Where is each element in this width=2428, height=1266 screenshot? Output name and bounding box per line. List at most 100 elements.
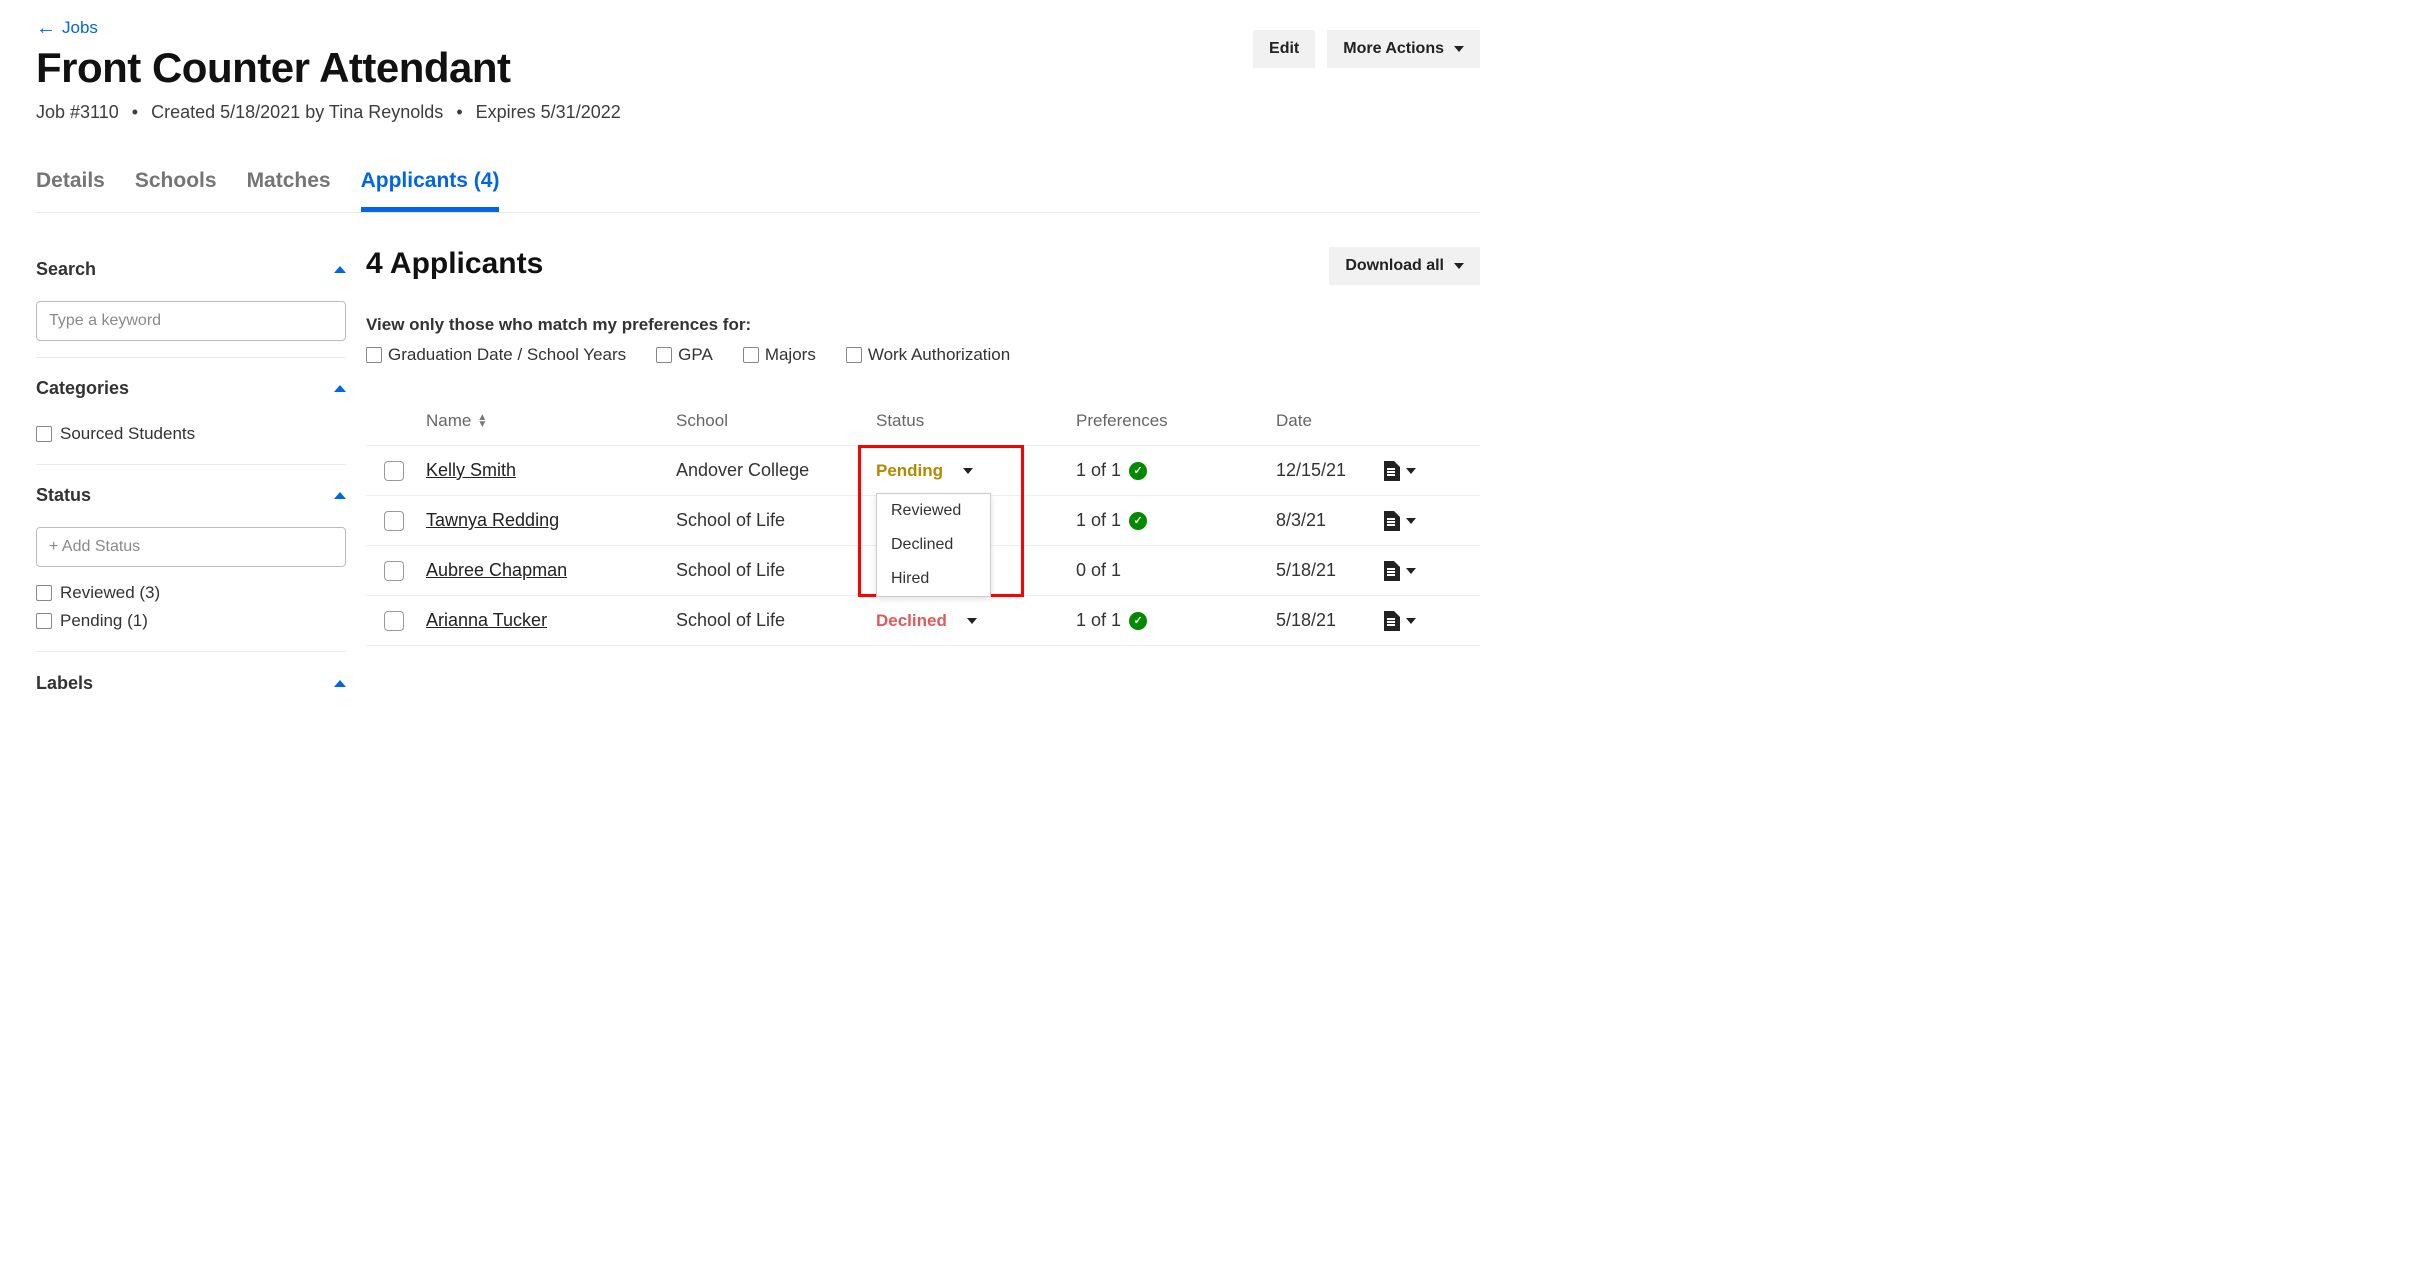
caret-down-icon [1454, 46, 1464, 52]
pref-filter-label: Work Authorization [868, 345, 1010, 365]
date-cell: 8/3/21 [1276, 510, 1376, 531]
checkbox-icon [36, 426, 52, 442]
column-school: School [676, 411, 876, 431]
row-checkbox[interactable] [384, 561, 404, 581]
document-icon [1384, 611, 1400, 631]
preferences-cell: 0 of 1 [1076, 560, 1276, 581]
checkbox-icon [366, 347, 382, 363]
column-name-label: Name [426, 411, 471, 431]
applicant-name-link[interactable]: Kelly Smith [426, 460, 516, 480]
pref-filter-label: GPA [678, 345, 713, 365]
sort-icon: ▲▼ [477, 414, 487, 428]
tab-schools[interactable]: Schools [135, 169, 217, 212]
documents-menu-button[interactable] [1376, 561, 1426, 581]
school-cell: Andover College [676, 460, 876, 481]
school-cell: School of Life [676, 510, 876, 531]
tab-details[interactable]: Details [36, 169, 105, 212]
preferences-cell: 1 of 1✓ [1076, 510, 1276, 531]
back-to-jobs-link[interactable]: ← Jobs [36, 18, 98, 38]
expires: Expires 5/31/2022 [476, 102, 621, 122]
status-filter-label: Reviewed (3) [60, 583, 160, 603]
pref-filter-label: Graduation Date / School Years [388, 345, 626, 365]
sidebar-labels-title: Labels [36, 673, 93, 694]
pref-filter-grad-date[interactable]: Graduation Date / School Years [366, 345, 626, 365]
check-circle-icon: ✓ [1129, 612, 1147, 630]
caret-down-icon [1406, 468, 1416, 474]
status-filter-pending[interactable]: Pending (1) [36, 607, 346, 635]
created-by: Created 5/18/2021 by Tina Reynolds [151, 102, 443, 122]
pref-filter-gpa[interactable]: GPA [656, 345, 713, 365]
caret-down-icon [967, 618, 977, 624]
status-text: Declined [876, 611, 947, 631]
table-header-row: Name ▲▼ School Status Preferences Date [366, 397, 1480, 446]
status-dropdown-trigger[interactable]: PendingReviewedDeclinedHired [876, 461, 1076, 481]
edit-button[interactable]: Edit [1253, 30, 1315, 68]
checkbox-icon [656, 347, 672, 363]
sidebar-categories-title: Categories [36, 378, 129, 399]
status-option[interactable]: Hired [877, 562, 990, 596]
tab-applicants[interactable]: Applicants (4) [361, 169, 500, 212]
date-cell: 5/18/21 [1276, 560, 1376, 581]
school-cell: School of Life [676, 610, 876, 631]
check-circle-icon: ✓ [1129, 462, 1147, 480]
meta-separator: • [456, 102, 462, 122]
chevron-up-icon [334, 492, 346, 499]
documents-menu-button[interactable] [1376, 461, 1426, 481]
chevron-up-icon [334, 266, 346, 273]
row-checkbox[interactable] [384, 461, 404, 481]
row-checkbox[interactable] [384, 511, 404, 531]
category-sourced-students[interactable]: Sourced Students [36, 420, 346, 448]
status-dropdown-trigger[interactable]: Declined [876, 611, 1076, 631]
applicant-name-link[interactable]: Arianna Tucker [426, 610, 547, 630]
document-icon [1384, 561, 1400, 581]
sidebar-categories-header[interactable]: Categories [36, 366, 346, 412]
meta-separator: • [132, 102, 138, 122]
pref-filter-majors[interactable]: Majors [743, 345, 816, 365]
document-icon [1384, 511, 1400, 531]
arrow-left-icon: ← [36, 18, 56, 38]
sidebar-status-header[interactable]: Status [36, 473, 346, 519]
sidebar-search-header[interactable]: Search [36, 247, 346, 293]
table-row: Kelly Smith Andover CollegePendingReviewe… [366, 446, 1480, 496]
documents-menu-button[interactable] [1376, 611, 1426, 631]
page-title: Front Counter Attendant [36, 44, 621, 92]
pref-filter-work-auth[interactable]: Work Authorization [846, 345, 1010, 365]
caret-down-icon [1406, 518, 1416, 524]
status-filter-label: Pending (1) [60, 611, 148, 631]
sidebar-status-title: Status [36, 485, 91, 506]
column-name[interactable]: Name ▲▼ [426, 411, 676, 431]
download-all-button[interactable]: Download all [1329, 247, 1480, 285]
status-option[interactable]: Declined [877, 528, 990, 562]
add-status-input[interactable] [36, 527, 346, 567]
pref-filter-heading: View only those who match my preferences… [366, 315, 1480, 335]
sidebar-labels-header[interactable]: Labels [36, 660, 346, 707]
caret-down-icon [1406, 618, 1416, 624]
status-option[interactable]: Reviewed [877, 494, 990, 528]
sidebar-search-title: Search [36, 259, 96, 280]
column-preferences: Preferences [1076, 411, 1276, 431]
column-status: Status [876, 411, 1076, 431]
documents-menu-button[interactable] [1376, 511, 1426, 531]
chevron-up-icon [334, 680, 346, 687]
applicants-count-title: 4 Applicants [366, 247, 543, 281]
row-checkbox[interactable] [384, 611, 404, 631]
table-row: Arianna Tucker School of LifeDeclined 1 of… [366, 596, 1480, 646]
status-filter-reviewed[interactable]: Reviewed (3) [36, 579, 346, 607]
check-circle-icon: ✓ [1129, 512, 1147, 530]
pref-filter-label: Majors [765, 345, 816, 365]
tab-matches[interactable]: Matches [247, 169, 331, 212]
search-input[interactable] [36, 301, 346, 341]
checkbox-icon [36, 585, 52, 601]
caret-down-icon [963, 468, 973, 474]
download-all-label: Download all [1345, 257, 1444, 275]
job-id: Job #3110 [36, 102, 119, 122]
caret-down-icon [1406, 568, 1416, 574]
preferences-cell: 1 of 1✓ [1076, 610, 1276, 631]
status-dropdown-menu: ReviewedDeclinedHired [876, 493, 991, 597]
applicant-name-link[interactable]: Tawnya Redding [426, 510, 559, 530]
preferences-cell: 1 of 1✓ [1076, 460, 1276, 481]
chevron-up-icon [334, 385, 346, 392]
more-actions-button[interactable]: More Actions [1327, 30, 1480, 68]
applicant-name-link[interactable]: Aubree Chapman [426, 560, 567, 580]
date-cell: 12/15/21 [1276, 460, 1376, 481]
